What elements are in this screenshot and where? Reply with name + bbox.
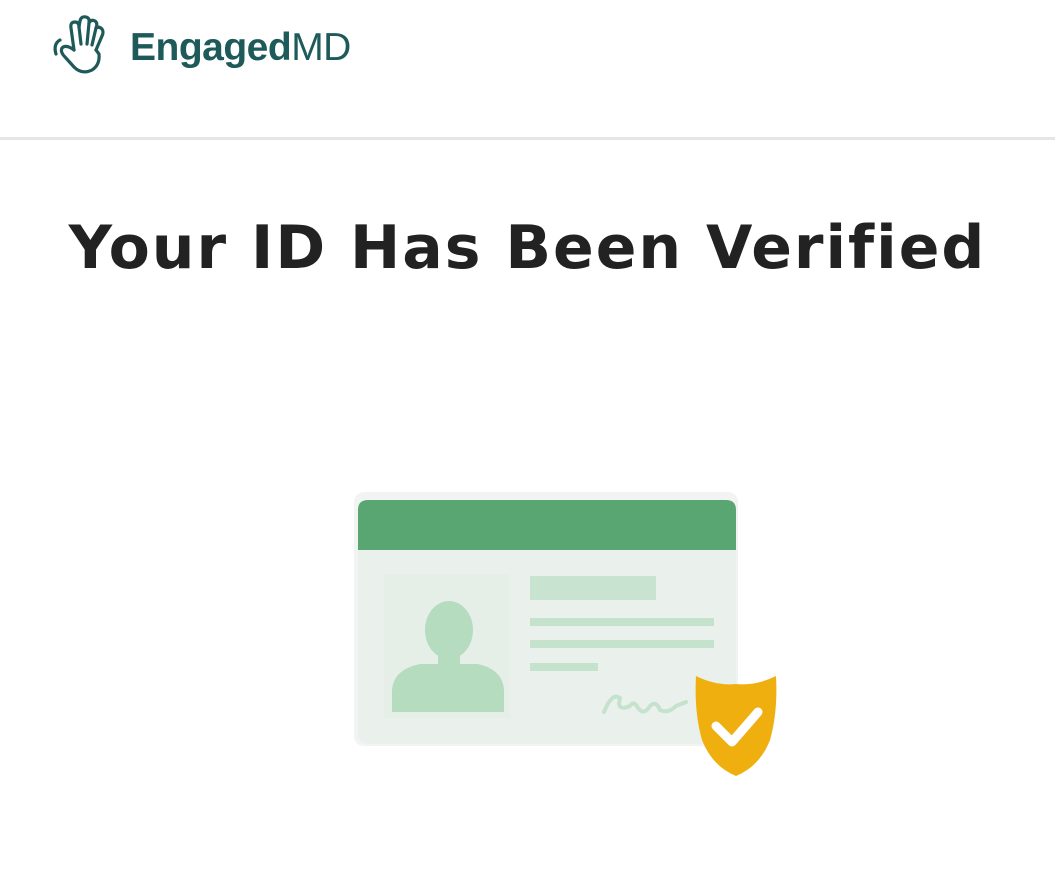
brand-logo[interactable]: EngagedMD bbox=[50, 14, 351, 80]
id-name-block bbox=[530, 576, 656, 600]
id-text-line bbox=[530, 640, 714, 648]
id-text-line bbox=[530, 618, 714, 626]
brand-name: EngagedMD bbox=[130, 28, 351, 67]
brand-name-light: MD bbox=[291, 25, 351, 69]
waving-hand-icon bbox=[53, 15, 105, 74]
id-text-line bbox=[530, 663, 598, 671]
id-card-verified-illustration bbox=[354, 492, 777, 776]
site-header: EngagedMD bbox=[0, 0, 1055, 140]
id-card-header-bar bbox=[358, 500, 736, 550]
page-title: Your ID Has Been Verified bbox=[68, 213, 987, 283]
brand-name-bold: Engaged bbox=[130, 25, 292, 69]
shield-check-icon bbox=[695, 676, 777, 776]
